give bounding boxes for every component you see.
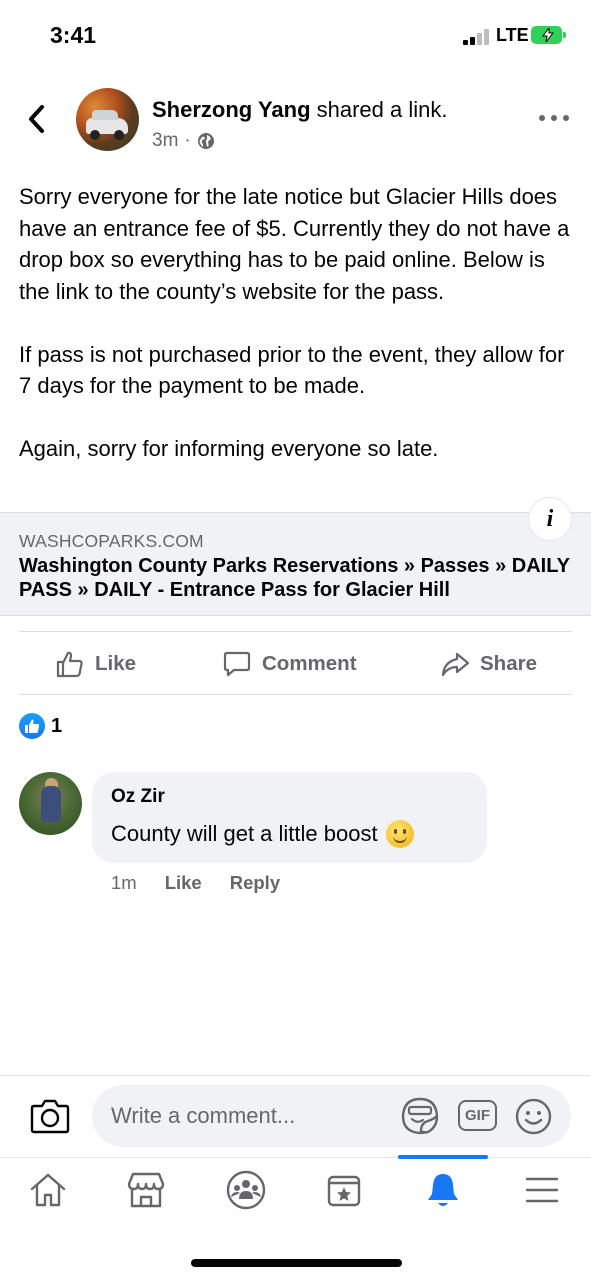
emoji-button[interactable] <box>515 1098 552 1135</box>
back-button[interactable] <box>18 97 58 141</box>
tab-marketplace[interactable] <box>122 1168 170 1212</box>
bottom-tab-bar <box>0 1157 591 1235</box>
chevron-left-icon <box>29 105 44 133</box>
smiling-emoji-icon <box>385 820 414 848</box>
info-icon[interactable]: i <box>528 497 572 541</box>
comment-bubble[interactable]: Oz Zir County will get a little boost <box>92 772 487 863</box>
active-tab-indicator <box>398 1155 488 1159</box>
comment-author[interactable]: Oz Zir <box>111 786 165 808</box>
share-label: Share <box>480 652 537 675</box>
like-reaction-icon <box>19 713 45 739</box>
camera-icon <box>30 1099 70 1134</box>
author-name[interactable]: Sherzong Yang <box>152 97 311 122</box>
comment-label: Comment <box>262 652 357 675</box>
more-dots-icon <box>539 115 569 121</box>
comment-input-placeholder: Write a comment... <box>111 1103 296 1128</box>
post-body: Sorry everyone for the late notice but G… <box>19 181 574 465</box>
tab-home[interactable] <box>24 1168 72 1212</box>
reaction-count: 1 <box>51 714 63 737</box>
link-domain: WASHCOPARKS.COM <box>19 531 204 551</box>
camera-button[interactable] <box>30 1097 70 1135</box>
tab-notifications[interactable] <box>419 1168 467 1212</box>
home-icon <box>30 1173 66 1207</box>
sticker-button[interactable] <box>401 1097 439 1135</box>
menu-icon <box>525 1177 559 1203</box>
tab-menu[interactable] <box>518 1168 566 1212</box>
bell-icon <box>428 1174 458 1206</box>
share-button[interactable]: Share <box>440 632 537 696</box>
thumbs-up-icon <box>56 651 83 678</box>
like-label: Like <box>95 652 137 675</box>
comment-button[interactable]: Comment <box>222 632 357 696</box>
reaction-summary[interactable]: 1 <box>19 713 62 739</box>
groups-icon <box>226 1170 266 1210</box>
battery-charging-icon <box>531 26 566 44</box>
post-header-line: Sherzong Yang shared a link. <box>152 97 447 123</box>
commenter-avatar[interactable] <box>19 772 82 835</box>
emoji-icon <box>515 1098 552 1135</box>
tab-pages[interactable] <box>320 1168 368 1212</box>
comment-like-link[interactable]: Like <box>165 872 202 894</box>
author-avatar[interactable] <box>76 88 139 151</box>
post-paragraph: If pass is not purchased prior to the ev… <box>19 341 565 399</box>
comment-text: County will get a little boost <box>111 821 378 846</box>
pages-icon <box>327 1175 361 1207</box>
post-time[interactable]: 3m <box>152 130 178 152</box>
tab-groups[interactable] <box>222 1168 270 1212</box>
home-indicator <box>191 1259 402 1267</box>
link-preview-card[interactable]: WASHCOPARKS.COM Washington County Parks … <box>0 512 591 616</box>
comment-input[interactable]: Write a comment... <box>92 1085 571 1147</box>
more-options-button[interactable] <box>537 108 571 128</box>
meta-separator: · <box>184 130 191 151</box>
share-icon <box>441 652 470 677</box>
post-meta: 3m · <box>152 130 215 152</box>
comment-text-row: County will get a little boost <box>111 820 414 848</box>
post-detail-screen: 3:41 LTE Sherzong Yang shared a link. 3m… <box>0 0 591 1280</box>
post-action-text: shared a link. <box>310 97 448 122</box>
marketplace-icon <box>127 1172 165 1208</box>
comment-meta: 1m Like Reply <box>111 872 280 894</box>
gif-button[interactable]: GIF <box>458 1100 497 1131</box>
like-button[interactable]: Like <box>55 632 136 696</box>
status-time: 3:41 <box>50 22 97 48</box>
sticker-icon <box>401 1097 439 1135</box>
network-label: LTE <box>496 25 529 45</box>
globe-icon <box>197 133 214 149</box>
comment-reply-link[interactable]: Reply <box>230 872 280 894</box>
comment-icon <box>223 651 251 677</box>
link-title: Washington County Parks Reservations » P… <box>19 555 570 601</box>
status-bar: 3:41 LTE <box>0 0 591 70</box>
post-paragraph: Again, sorry for informing everyone so l… <box>19 436 439 461</box>
signal-icon <box>463 29 491 45</box>
comment-time: 1m <box>111 872 137 893</box>
post-action-bar: Like Comment Share <box>19 631 572 695</box>
post-paragraph: Sorry everyone for the late notice but G… <box>19 184 570 304</box>
